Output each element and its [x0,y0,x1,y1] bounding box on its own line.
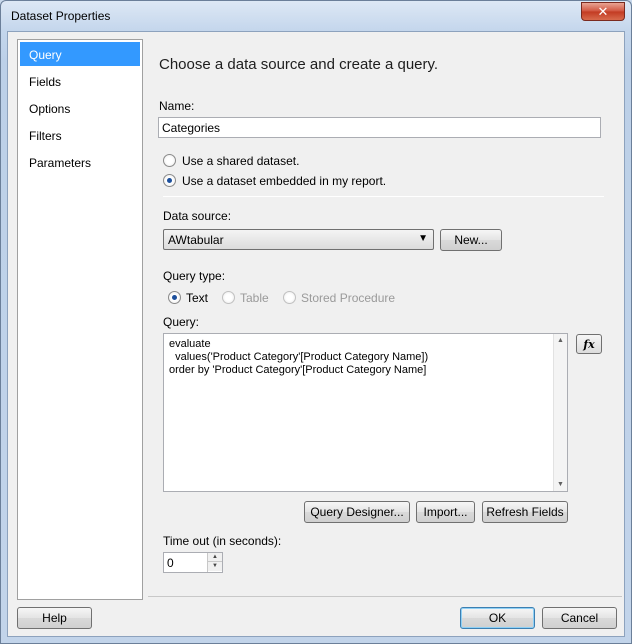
nav-item-label: Parameters [29,156,92,170]
chevron-down-icon: ▼ [418,233,428,244]
nav-item-label: Options [29,102,71,116]
query-type-table-radio[interactable] [222,291,235,304]
timeout-input[interactable] [165,554,207,571]
cancel-label: Cancel [560,611,599,625]
query-type-stored-procedure-radio[interactable] [283,291,296,304]
data-source-dropdown[interactable]: AWtabular ▼ [163,229,434,250]
nav-list: Query Fields Options Filters Parameters [17,39,143,600]
query-scrollbar[interactable]: ▲ ▼ [553,334,567,491]
query-designer-button[interactable]: Query Designer... [304,501,410,523]
query-type-label: Query type: [163,269,226,283]
section-divider [163,196,604,197]
query-textarea[interactable]: evaluate values('Product Category'[Produ… [163,333,568,492]
stepper-buttons: ▲ ▼ [207,553,222,572]
query-type-text-label[interactable]: Text [186,291,208,305]
ok-label: OK [488,611,507,625]
timeout-stepper[interactable]: ▲ ▼ [163,552,223,573]
timeout-label: Time out (in seconds): [163,534,282,548]
new-button-label: New... [454,233,488,247]
nav-item-parameters[interactable]: Parameters [20,150,140,174]
query-type-table-label: Table [240,291,269,305]
refresh-fields-button[interactable]: Refresh Fields [482,501,568,523]
import-button[interactable]: Import... [416,501,475,523]
increment-icon[interactable]: ▲ [208,553,222,562]
footer-divider [148,596,622,597]
shared-dataset-radio[interactable] [163,154,176,167]
query-type-stored-procedure-label: Stored Procedure [301,291,396,305]
scroll-down-icon[interactable]: ▼ [554,478,567,491]
query-line: order by 'Product Category'[Product Cate… [169,364,427,376]
nav-item-filters[interactable]: Filters [20,123,140,147]
cancel-button[interactable]: Cancel [542,607,617,629]
expression-button[interactable]: fx [576,334,602,354]
embedded-dataset-radio[interactable] [163,174,176,187]
query-text: evaluate values('Product Category'[Produ… [169,338,428,377]
window-title: Dataset Properties [11,9,111,23]
nav-item-query[interactable]: Query [20,42,140,66]
data-source-label: Data source: [163,209,232,223]
new-data-source-button[interactable]: New... [440,229,502,251]
embedded-dataset-label[interactable]: Use a dataset embedded in my report. [182,174,386,188]
help-button[interactable]: Help [17,607,92,629]
import-label: Import... [423,505,468,519]
close-icon: ✕ [597,3,609,19]
close-button[interactable]: ✕ [581,2,625,21]
refresh-fields-label: Refresh Fields [486,505,564,519]
page-heading: Choose a data source and create a query. [159,56,439,73]
nav-item-options[interactable]: Options [20,96,140,120]
query-line: values('Product Category'[Product Catego… [169,351,429,363]
nav-item-label: Filters [29,129,62,143]
query-type-text-radio[interactable] [168,291,181,304]
nav-item-label: Fields [29,75,62,89]
query-line: evaluate [169,338,211,350]
query-designer-label: Query Designer... [310,505,404,519]
nav-item-label: Query [29,48,62,62]
dialog-client-area: Query Fields Options Filters Parameters … [7,31,625,637]
data-source-value: AWtabular [168,233,224,247]
scroll-up-icon[interactable]: ▲ [554,334,567,347]
shared-dataset-label[interactable]: Use a shared dataset. [182,154,299,168]
query-label: Query: [163,315,200,329]
decrement-icon[interactable]: ▼ [208,562,222,571]
help-label: Help [42,611,67,625]
name-input[interactable] [158,117,601,138]
function-icon: fx [583,337,595,351]
title-bar[interactable]: Dataset Properties ✕ [1,1,631,31]
ok-button[interactable]: OK [460,607,535,629]
name-label: Name: [159,99,195,113]
nav-item-fields[interactable]: Fields [20,69,140,93]
dataset-properties-window: Dataset Properties ✕ Query Fields Option… [0,0,632,644]
